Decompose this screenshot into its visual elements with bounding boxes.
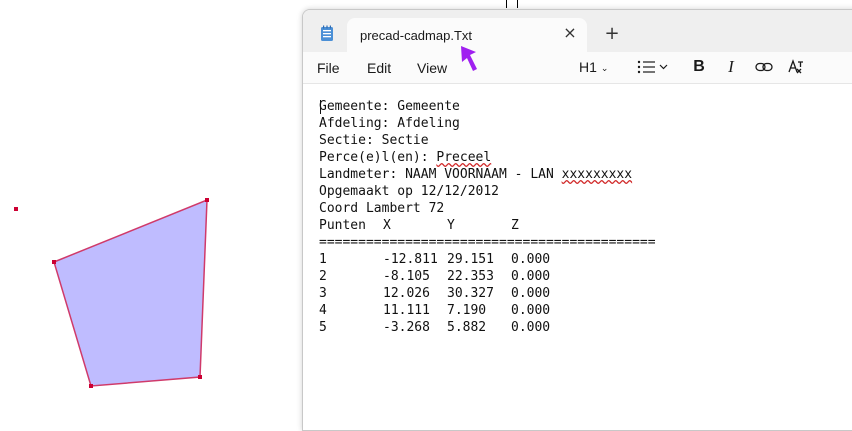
perceel-label: Perce(e)l(en): bbox=[319, 150, 437, 165]
italic-icon[interactable]: I bbox=[721, 56, 741, 78]
point-z: 0.000 bbox=[511, 320, 551, 335]
screen-divider-line bbox=[506, 0, 507, 8]
header-y: Y bbox=[447, 218, 455, 233]
point-y: 30.327 bbox=[447, 286, 494, 301]
heading-label: H1 bbox=[579, 59, 597, 75]
toolbar: File Edit View H1 ⌄ B I bbox=[303, 52, 852, 84]
notepad-app-icon bbox=[321, 25, 333, 41]
screen-divider-line bbox=[517, 0, 518, 8]
origin-marker bbox=[14, 207, 18, 211]
perceel-value: Preceel bbox=[436, 150, 492, 165]
point-z: 0.000 bbox=[511, 269, 551, 284]
line-sectie: Sectie: Sectie bbox=[319, 133, 429, 148]
table-separator: ========================================… bbox=[319, 235, 656, 250]
point-row: 1 -12.811 29.151 0.000 bbox=[319, 251, 852, 268]
text-editor[interactable]: Gemeente: Gemeente Afdeling: Afdeling Se… bbox=[319, 98, 852, 430]
menu-file[interactable]: File bbox=[317, 60, 340, 76]
point-id: 1 bbox=[319, 252, 327, 267]
clear-formatting-icon[interactable] bbox=[785, 56, 807, 78]
point-row: 2 -8.105 22.353 0.000 bbox=[319, 268, 852, 285]
point-x: 12.026 bbox=[383, 286, 430, 301]
landmeter-label: Landmeter: NAAM VOORNAAM - LAN bbox=[319, 167, 562, 182]
point-y: 29.151 bbox=[447, 252, 494, 267]
cad-drawing-canvas[interactable] bbox=[0, 0, 300, 422]
points-table: 1 -12.811 29.151 0.000 2 -8.105 22.353 0.000 3 12… bbox=[319, 251, 852, 336]
parcel-polygon[interactable] bbox=[53, 198, 208, 387]
point-y: 5.882 bbox=[447, 320, 487, 335]
point-id: 3 bbox=[319, 286, 327, 301]
point-id: 2 bbox=[319, 269, 327, 284]
tab-title: precad-cadmap.Txt bbox=[360, 28, 472, 43]
link-icon[interactable] bbox=[753, 56, 775, 78]
line-opgemaakt: Opgemaakt op 12/12/2012 bbox=[319, 184, 500, 199]
list-icon[interactable] bbox=[635, 56, 677, 78]
point-y: 22.353 bbox=[447, 269, 494, 284]
point-x: -12.811 bbox=[383, 252, 438, 267]
point-row: 3 12.026 30.327 0.000 bbox=[319, 285, 852, 302]
menu-edit[interactable]: Edit bbox=[367, 60, 391, 76]
point-y: 7.190 bbox=[447, 303, 487, 318]
point-x: -8.105 bbox=[383, 269, 430, 284]
vertex-marker[interactable] bbox=[205, 198, 209, 202]
text-caret bbox=[320, 100, 321, 114]
notepad-window[interactable]: precad-cadmap.Txt × + File Edit View H1 ⌄… bbox=[302, 9, 852, 431]
point-z: 0.000 bbox=[511, 286, 551, 301]
table-header: Punten X Y Z bbox=[319, 217, 852, 234]
point-x: -3.268 bbox=[383, 320, 430, 335]
point-id: 5 bbox=[319, 320, 327, 335]
vertex-marker[interactable] bbox=[89, 384, 93, 388]
header-z: Z bbox=[511, 218, 519, 233]
point-z: 0.000 bbox=[511, 303, 551, 318]
line-afdeling: Afdeling: Afdeling bbox=[319, 116, 460, 131]
bold-icon[interactable]: B bbox=[689, 56, 709, 78]
vertex-marker[interactable] bbox=[52, 260, 56, 264]
line-gemeente: Gemeente: Gemeente bbox=[319, 99, 460, 114]
header-x: X bbox=[383, 218, 391, 233]
header-punten: Punten bbox=[319, 218, 366, 233]
heading-dropdown[interactable]: H1 ⌄ bbox=[579, 56, 617, 78]
point-row: 5 -3.268 5.882 0.000 bbox=[319, 319, 852, 336]
point-id: 4 bbox=[319, 303, 327, 318]
point-row: 4 11.111 7.190 0.000 bbox=[319, 302, 852, 319]
pointer-arrow-icon bbox=[461, 46, 477, 71]
landmeter-value: xxxxxxxxx bbox=[561, 167, 633, 182]
menu-view[interactable]: View bbox=[417, 60, 447, 76]
vertex-marker[interactable] bbox=[198, 375, 202, 379]
close-tab-icon[interactable]: × bbox=[561, 24, 579, 42]
line-landmeter: Landmeter: NAAM VOORNAAM - LAN xxxxxxxxx bbox=[319, 166, 852, 183]
line-perceel: Perce(e)l(en): Preceel bbox=[319, 149, 852, 166]
new-tab-button[interactable]: + bbox=[603, 25, 621, 43]
point-x: 11.111 bbox=[383, 303, 430, 318]
line-coord: Coord Lambert 72 bbox=[319, 201, 445, 216]
chevron-down-icon: ⌄ bbox=[600, 63, 609, 73]
point-z: 0.000 bbox=[511, 252, 551, 267]
title-bar[interactable]: precad-cadmap.Txt × + bbox=[303, 10, 852, 52]
